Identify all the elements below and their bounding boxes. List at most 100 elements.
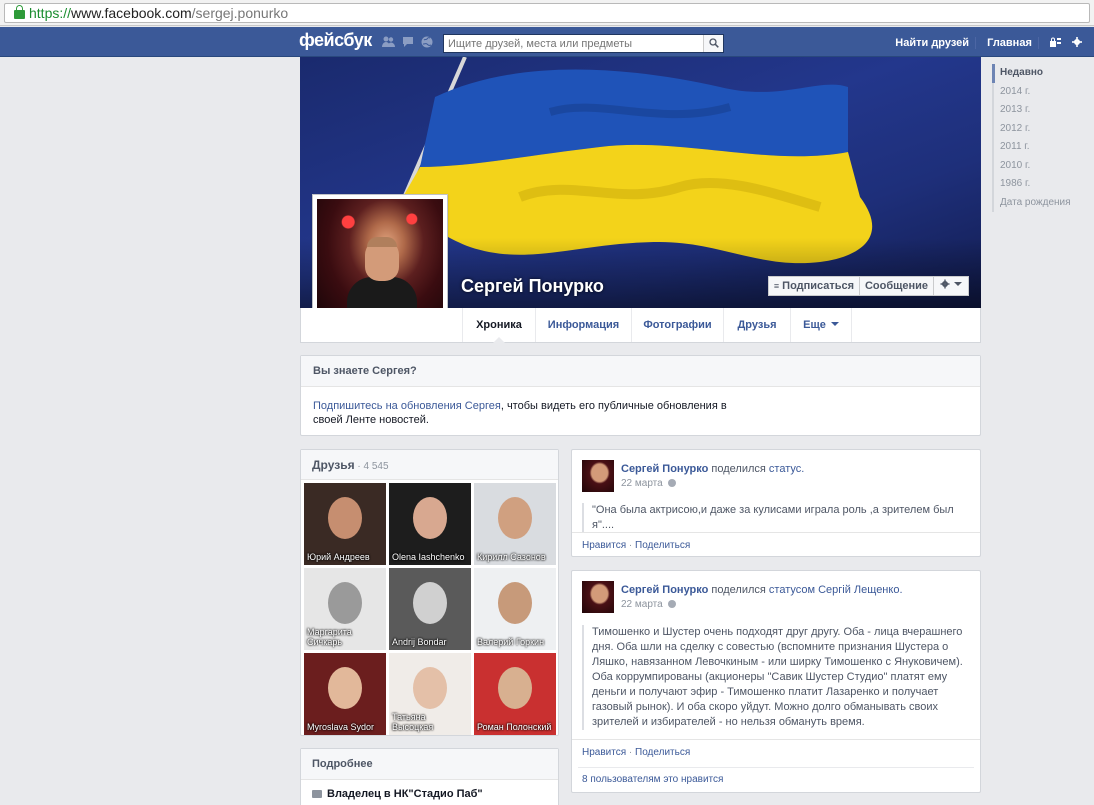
friend-photo xyxy=(498,497,532,539)
friend-tile[interactable]: Myroslava Sydor xyxy=(304,653,386,735)
friend-tile[interactable]: Татьяна Высоцкая xyxy=(389,653,471,735)
like-link[interactable]: Нравится xyxy=(582,540,626,551)
likes-count-link[interactable]: 8 пользователям это нравится xyxy=(582,774,723,785)
friend-photo xyxy=(328,667,362,709)
share-link[interactable]: Поделиться xyxy=(635,540,690,551)
work-info: Владелец в НК"Стадио Паб" xyxy=(301,780,558,800)
action-separator: · xyxy=(626,540,636,551)
top-bar: фейсбук Найти друзей Главная xyxy=(0,27,1094,57)
search-input[interactable] xyxy=(444,35,700,52)
friends-header: Друзья · 4 545 xyxy=(301,450,558,480)
post-divider xyxy=(572,532,980,533)
timeline-post: Сергей Понурко поделился статусом Сергій… xyxy=(571,570,981,793)
messages-icon[interactable] xyxy=(402,36,414,48)
settings-gear-icon[interactable] xyxy=(1072,37,1082,49)
year-recent[interactable]: Недавно xyxy=(992,64,1072,83)
friends-count: · 4 545 xyxy=(354,461,389,472)
post-actions: Нравится · Поделиться xyxy=(582,747,690,758)
post-text: "Она была актрисою,и даже за кулисами иг… xyxy=(582,503,962,533)
friend-photo xyxy=(498,667,532,709)
tab-more[interactable]: Еще xyxy=(790,308,852,342)
browser-url-bar: https://www.facebook.com/sergej.ponurko xyxy=(0,0,1094,26)
friend-photo xyxy=(413,667,447,709)
friend-photo xyxy=(498,582,532,624)
post-author-avatar[interactable] xyxy=(582,460,614,492)
profile-options-button[interactable] xyxy=(933,276,969,296)
post-object-link[interactable]: статусом Сергій Лещенко. xyxy=(769,584,903,596)
post-date-text[interactable]: 22 марта xyxy=(621,478,663,489)
more-info-title: Подробнее xyxy=(301,749,558,780)
year-2011[interactable]: 2011 г. xyxy=(994,138,1072,157)
friend-tile[interactable]: Юрий Андреев xyxy=(304,483,386,565)
post-divider xyxy=(572,739,980,740)
post-date-text[interactable]: 22 марта xyxy=(621,599,663,610)
do-you-know-title: Вы знаете Сергея? xyxy=(301,356,980,387)
post-object-link[interactable]: статус. xyxy=(769,463,804,475)
nav-divider xyxy=(975,37,977,50)
friend-tile[interactable]: Валерий Горкин xyxy=(474,568,556,650)
friend-name: Olena Iashchenko xyxy=(392,552,465,562)
nav-divider xyxy=(1037,37,1039,50)
do-you-know-panel: Вы знаете Сергея? Подпишитесь на обновле… xyxy=(300,355,981,436)
url-scheme: https:// xyxy=(29,5,72,21)
subscribe-updates-link[interactable]: Подпишитесь на обновления Сергея xyxy=(313,400,501,412)
do-you-know-body: Подпишитесь на обновления Сергея, чтобы … xyxy=(301,387,741,427)
post-header: Сергей Понурко поделился статусом Сергій… xyxy=(621,584,903,596)
friend-tile[interactable]: Andrij Bondar xyxy=(389,568,471,650)
find-friends-link[interactable]: Найти друзей xyxy=(895,37,969,49)
year-2013[interactable]: 2013 г. xyxy=(994,101,1072,120)
post-author-link[interactable]: Сергей Понурко xyxy=(621,463,708,475)
post-verb: поделился xyxy=(708,584,769,596)
friends-title-link[interactable]: Друзья xyxy=(312,458,355,472)
friend-tile[interactable]: Роман Полонский xyxy=(474,653,556,735)
url-host: www.facebook.com xyxy=(71,5,192,21)
friend-name: Маргарита Сичкарь xyxy=(307,627,352,647)
friend-name: Andrij Bondar xyxy=(392,637,447,647)
notifications-globe-icon[interactable] xyxy=(421,36,433,48)
work-info-text[interactable]: Владелец в НК"Стадио Паб" xyxy=(327,788,483,800)
year-2012[interactable]: 2012 г. xyxy=(994,120,1072,139)
friend-name: Кирилл Сазонов xyxy=(477,552,546,562)
tab-about[interactable]: Информация xyxy=(535,308,631,342)
year-navigation: Недавно 2014 г. 2013 г. 2012 г. 2011 г. … xyxy=(992,64,1072,212)
profile-photo xyxy=(317,199,443,324)
like-link[interactable]: Нравится xyxy=(582,747,626,758)
tab-friends[interactable]: Друзья xyxy=(723,308,790,342)
year-1986[interactable]: 1986 г. xyxy=(994,175,1072,194)
post-author-avatar[interactable] xyxy=(582,581,614,613)
friends-panel: Друзья · 4 545 Юрий Андреев Olena Iashch… xyxy=(300,449,559,736)
top-nav: Найти друзей Главная xyxy=(887,37,1082,50)
friend-tile[interactable]: Olena Iashchenko xyxy=(389,483,471,565)
friend-tile[interactable]: Маргарита Сичкарь xyxy=(304,568,386,650)
friend-name: Myroslava Sydor xyxy=(307,722,375,732)
home-link[interactable]: Главная xyxy=(987,37,1032,49)
post-date: 22 марта xyxy=(621,599,676,610)
post-header: Сергей Понурко поделился статус. xyxy=(621,463,804,475)
action-separator: · xyxy=(626,747,636,758)
profile-name[interactable]: Сергей Понурко xyxy=(461,276,604,297)
year-birthday[interactable]: Дата рождения xyxy=(994,194,1072,213)
tab-timeline[interactable]: Хроника xyxy=(462,308,535,343)
friend-tile[interactable]: Кирилл Сазонов xyxy=(474,483,556,565)
rss-icon: ≡ xyxy=(773,281,780,291)
more-info-panel: Подробнее Владелец в НК"Стадио Паб" xyxy=(300,748,559,805)
search-icon xyxy=(709,38,719,48)
post-text: Тимошенко и Шустер очень подходят друг д… xyxy=(582,625,967,730)
year-2010[interactable]: 2010 г. xyxy=(994,157,1072,176)
subscribe-button[interactable]: ≡ Подписаться xyxy=(768,276,860,296)
url-path: /sergej.ponurko xyxy=(191,5,289,21)
post-author-link[interactable]: Сергей Понурко xyxy=(621,584,708,596)
tab-photos[interactable]: Фотографии xyxy=(631,308,723,342)
privacy-shortcuts-icon[interactable] xyxy=(1049,37,1064,49)
search-button[interactable] xyxy=(703,35,723,52)
share-link[interactable]: Поделиться xyxy=(635,747,690,758)
year-2014[interactable]: 2014 г. xyxy=(994,83,1072,102)
message-button[interactable]: Сообщение xyxy=(859,276,934,296)
address-field[interactable]: https://www.facebook.com/sergej.ponurko xyxy=(4,3,1090,23)
facebook-logo[interactable]: фейсбук xyxy=(299,30,372,51)
friend-photo xyxy=(328,582,362,624)
subscribe-label: Подписаться xyxy=(782,280,855,292)
friend-name: Татьяна Высоцкая xyxy=(392,712,434,732)
friend-requests-icon[interactable] xyxy=(382,36,395,48)
post-verb: поделился xyxy=(708,463,769,475)
